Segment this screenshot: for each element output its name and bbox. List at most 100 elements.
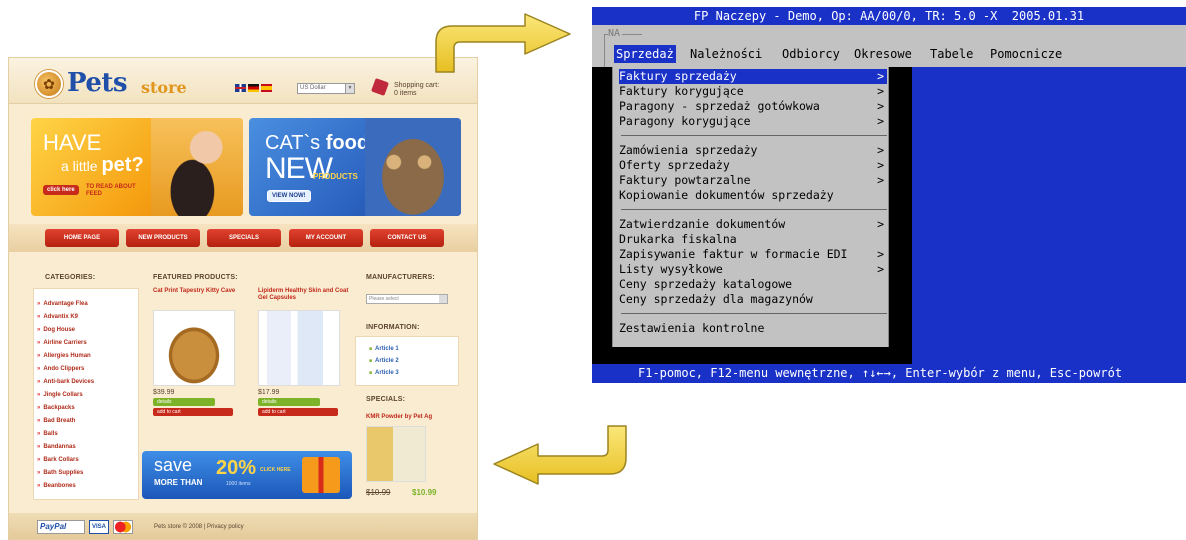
add-to-cart-button[interactable]: add to cart [258, 408, 338, 416]
product-card: Lipiderm Healthy Skin and Coat Gel Capsu… [258, 288, 354, 416]
logo-text[interactable]: Pets [67, 68, 128, 98]
category-item[interactable]: Ando Clippers [37, 363, 94, 376]
information-title: INFORMATION: [366, 324, 420, 331]
chevron-down-icon [439, 295, 447, 303]
details-button[interactable]: details [258, 398, 320, 406]
banner-have-a-pet[interactable]: HAVE a little pet? click here TO READ AB… [31, 118, 243, 216]
menu-item-zatwierdzanie[interactable]: Zatwierdzanie dokumentów > [619, 217, 887, 232]
menu-item-faktury-korygujace[interactable]: Faktury korygujące > [619, 84, 887, 99]
banner2-view-button[interactable]: VIEW NOW! [267, 190, 311, 202]
menu-pomocnicze[interactable]: Pomocnicze [990, 45, 1062, 63]
menu-okresowe[interactable]: Okresowe [854, 45, 912, 63]
category-item[interactable]: Dog House [37, 324, 94, 337]
submenu-arrow-icon: > [877, 114, 884, 128]
menu-item-drukarka[interactable]: Drukarka fiskalna [619, 232, 887, 247]
terminal-na-label: NA [608, 28, 621, 39]
submenu-arrow-icon: > [877, 158, 884, 172]
banner-cats-food[interactable]: CAT`s food NEW PRODUCTS VIEW NOW! [249, 118, 461, 216]
special-title[interactable]: KMR Powder by Pet Ag [366, 414, 432, 420]
category-item[interactable]: Bark Collars [37, 454, 94, 467]
nav-my-account[interactable]: MY ACCOUNT [289, 229, 363, 247]
manufacturers-select[interactable]: Please select [366, 294, 448, 304]
product-title[interactable]: Lipiderm Healthy Skin and Coat Gel Capsu… [258, 288, 354, 310]
flag-uk-icon[interactable] [235, 84, 246, 92]
main-nav: HOME PAGE NEW PRODUCTS SPECIALS MY ACCOU… [9, 224, 477, 252]
banner1-line2: a little pet? [61, 154, 144, 177]
menu-item-paragony-korygujace[interactable]: Paragony korygujące > [619, 114, 887, 129]
category-item[interactable]: Beanbones [37, 480, 94, 493]
currency-select[interactable]: US Dollar ▼ [297, 83, 355, 94]
category-item[interactable]: Advantix K9 [37, 311, 94, 324]
cart-label: Shopping cart: [394, 82, 440, 89]
menu-item-ceny-katalogowe[interactable]: Ceny sprzedaży katalogowe [619, 277, 887, 292]
menu-item-label: Zestawienia kontrolne [619, 321, 765, 335]
flag-de-icon[interactable] [248, 84, 259, 92]
category-item[interactable]: Balls [37, 428, 94, 441]
category-item[interactable]: Airline Carriers [37, 337, 94, 350]
specials-title: SPECIALS: [366, 396, 406, 403]
information-item[interactable]: Article 1 [369, 343, 399, 355]
menu-separator [621, 313, 887, 314]
category-item[interactable]: Bath Supplies [37, 467, 94, 480]
category-item[interactable]: Jingle Collars [37, 389, 94, 402]
special-image[interactable] [366, 426, 426, 482]
shopping-cart-icon[interactable] [371, 78, 389, 96]
menu-naleznosci[interactable]: Należności [690, 45, 762, 63]
menu-item-ceny-magazynow[interactable]: Ceny sprzedaży dla magazynów [619, 292, 887, 307]
menu-item-faktury-sprzedazy[interactable]: Faktury sprzedaży > [619, 69, 887, 84]
nav-contact-us[interactable]: CONTACT US [370, 229, 444, 247]
banner2-products: PRODUCTS [313, 172, 358, 181]
category-item[interactable]: Backpacks [37, 402, 94, 415]
category-item[interactable]: Anti-bark Devices [37, 376, 94, 389]
banner1-click-button[interactable]: click here [43, 185, 79, 195]
category-item[interactable]: Allergies Human [37, 350, 94, 363]
menu-item-edi[interactable]: Zapisywanie faktur w formacie EDI > [619, 247, 887, 262]
nav-home[interactable]: HOME PAGE [45, 229, 119, 247]
category-item[interactable]: Bad Breath [37, 415, 94, 428]
product-title[interactable]: Cat Print Tapestry Kitty Cave [153, 288, 249, 310]
product-image[interactable] [258, 310, 340, 386]
menu-odbiorcy[interactable]: Odbiorcy [782, 45, 840, 63]
menu-item-label: Faktury powtarzalne [619, 173, 751, 187]
menu-item-paragony-sprzedaz[interactable]: Paragony - sprzedaż gotówkowa > [619, 99, 887, 114]
submenu-arrow-icon: > [877, 99, 884, 113]
save-items: 1000 items [226, 481, 251, 487]
menu-item-label: Zapisywanie faktur w formacie EDI [619, 247, 848, 261]
nav-specials[interactable]: SPECIALS [207, 229, 281, 247]
save-more: MORE THAN [154, 478, 203, 487]
special-old-price: $10.99 [366, 488, 391, 497]
menu-item-label: Paragony korygujące [619, 114, 751, 128]
category-item[interactable]: Bandannas [37, 441, 94, 454]
save-click-here[interactable]: CLICK HERE [260, 467, 291, 473]
menu-item-label: Ceny sprzedaży katalogowe [619, 277, 793, 291]
menu-item-listy[interactable]: Listy wysyłkowe > [619, 262, 887, 277]
cart-summary[interactable]: Shopping cart: 0 items [394, 82, 464, 98]
nav-new-products[interactable]: NEW PRODUCTS [126, 229, 200, 247]
categories-list: Advantage Flea Advantix K9 Dog House Air… [37, 298, 94, 493]
information-item[interactable]: Article 2 [369, 355, 399, 367]
details-button[interactable]: details [153, 398, 215, 406]
menu-item-zamowienia[interactable]: Zamówienia sprzedaży > [619, 143, 887, 158]
menu-item-label: Faktury korygujące [619, 84, 744, 98]
manufacturers-placeholder: Please select [369, 296, 399, 302]
menu-tabele[interactable]: Tabele [930, 45, 973, 63]
flag-es-icon[interactable] [261, 84, 272, 92]
product-image[interactable] [153, 310, 235, 386]
submenu-arrow-icon: > [877, 173, 884, 187]
category-item[interactable]: Advantage Flea [37, 298, 94, 311]
logo-subtext: store [141, 78, 187, 97]
information-item[interactable]: Article 3 [369, 367, 399, 379]
menu-item-label: Oferty sprzedaży [619, 158, 730, 172]
footer-text[interactable]: Pets store © 2008 | Privacy policy [154, 524, 244, 530]
menu-item-zestawienia[interactable]: Zestawienia kontrolne [619, 321, 887, 336]
menu-item-oferty[interactable]: Oferty sprzedaży > [619, 158, 887, 173]
save-banner[interactable]: save MORE THAN 20% 1000 items CLICK HERE [142, 451, 352, 499]
add-to-cart-button[interactable]: add to cart [153, 408, 233, 416]
chevron-down-icon: ▼ [345, 84, 354, 93]
product-price: $39.99 [153, 389, 175, 396]
menu-item-kopiowanie[interactable]: Kopiowanie dokumentów sprzedaży [619, 188, 887, 203]
language-flags [235, 84, 272, 92]
menu-sprzedaz[interactable]: Sprzedaż [614, 45, 676, 63]
gift-box-icon [302, 457, 340, 493]
menu-item-faktury-powtarzalne[interactable]: Faktury powtarzalne > [619, 173, 887, 188]
